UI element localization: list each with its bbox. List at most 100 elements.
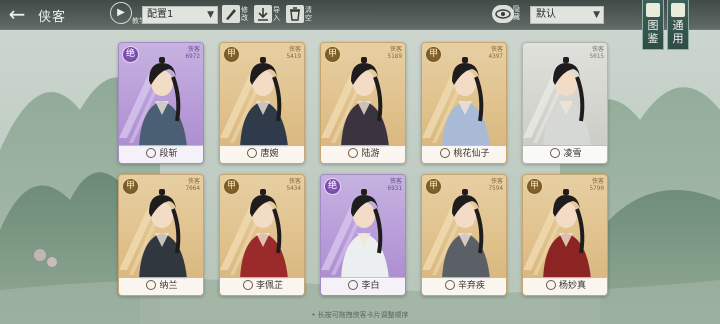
hero-nameplate: 杨妙真 [523, 277, 607, 295]
import-button[interactable]: 导入 [254, 5, 284, 25]
hero-card[interactable]: 甲 侠客 7594 辛弃疾 [421, 174, 507, 296]
hero-card[interactable]: 甲 侠客 4397 桃花仙子 [421, 42, 507, 164]
hero-card[interactable]: 绝 侠客 6931 李白 [320, 174, 406, 296]
tutorial-play-button[interactable]: ▶ [110, 2, 132, 24]
power-value: 侠客 5189 [388, 46, 402, 60]
power-label: 侠客 [490, 46, 503, 53]
power-label: 侠客 [288, 178, 301, 185]
drag-reorder-hint: • 长按可拖拽侠客卡片调整顺序 [311, 311, 409, 319]
power-number: 5189 [387, 53, 402, 60]
power-label: 侠客 [389, 178, 402, 185]
hero-nameplate: 段斩 [119, 145, 203, 163]
hero-nameplate: 李佩芷 [220, 277, 304, 295]
rarity-badge: 甲 [223, 46, 240, 63]
top-bar: ← 侠客 ▶ 教学 配置1 ▼ 修改 导入 清空 隐藏 默认 ▼ [0, 0, 720, 30]
sect-icon [247, 148, 258, 158]
power-label: 侠客 [389, 46, 402, 53]
hero-card[interactable]: 甲 侠客 5790 杨妙真 [522, 174, 608, 296]
hero-card[interactable]: 绝 侠客 6972 段斩 [118, 42, 204, 164]
tab-codex[interactable]: 图鉴 [642, 0, 664, 50]
hero-name: 杨妙真 [558, 281, 586, 291]
sect-icon [146, 148, 157, 158]
hero-nameplate: 桃花仙子 [422, 145, 506, 163]
hero-name: 李佩芷 [255, 281, 283, 291]
rarity-badge: 甲 [122, 178, 139, 195]
rarity-badge: 甲 [223, 178, 240, 195]
power-label: 侠客 [591, 46, 604, 53]
book-icon [646, 3, 660, 17]
power-label: 侠客 [490, 178, 503, 185]
sect-icon [545, 280, 556, 290]
trash-icon [286, 5, 304, 23]
edit-button[interactable]: 修改 [222, 5, 252, 25]
power-number: 6931 [387, 185, 402, 192]
power-number: 7594 [488, 185, 503, 192]
visibility-toggle-button[interactable] [492, 5, 514, 23]
download-icon [254, 5, 272, 23]
hero-name: 纳兰 [159, 281, 178, 291]
power-value: 侠客 6931 [388, 178, 402, 192]
power-value: 侠客 5790 [590, 178, 604, 192]
edit-button-label: 修改 [241, 6, 248, 22]
hero-nameplate: 纳兰 [119, 277, 203, 295]
clear-button[interactable]: 清空 [286, 5, 316, 25]
sect-icon [440, 148, 451, 158]
eye-icon [495, 9, 511, 19]
hero-name: 陆游 [361, 149, 380, 159]
import-button-label: 导入 [273, 6, 280, 22]
hero-name: 李白 [361, 281, 380, 291]
power-number: 5419 [286, 53, 301, 60]
brush-icon [222, 5, 240, 23]
chevron-down-icon: ▼ [207, 10, 214, 20]
sect-icon [242, 280, 253, 290]
power-label: 侠客 [288, 46, 301, 53]
rarity-badge: 甲 [425, 46, 442, 63]
rarity-badge: 甲 [324, 46, 341, 63]
power-number: 5015 [589, 53, 604, 60]
power-number: 7064 [185, 185, 200, 192]
hero-card[interactable]: 甲 侠客 5419 唐婉 [219, 42, 305, 164]
sort-select[interactable]: 默认 ▼ [530, 6, 604, 24]
power-number: 5790 [589, 185, 604, 192]
clear-button-label: 清空 [305, 6, 312, 22]
hero-name: 段斩 [159, 149, 178, 159]
hero-nameplate: 陆游 [321, 145, 405, 163]
power-value: 侠客 5419 [287, 46, 301, 60]
power-label: 侠客 [187, 46, 200, 53]
back-arrow-icon[interactable]: ← [4, 4, 30, 26]
power-value: 侠客 7064 [186, 178, 200, 192]
power-value: 侠客 6972 [186, 46, 200, 60]
hero-card[interactable]: 甲 侠客 5189 陆游 [320, 42, 406, 164]
power-label: 侠客 [591, 178, 604, 185]
tab-general[interactable]: 通用 [667, 0, 689, 50]
chevron-down-icon: ▼ [593, 10, 600, 20]
sect-icon [348, 280, 359, 290]
hero-card[interactable]: 侠客 5015 凌雪 [522, 42, 608, 164]
hero-nameplate: 辛弃疾 [422, 277, 506, 295]
power-value: 侠客 5015 [590, 46, 604, 60]
page-title: 侠客 [38, 10, 67, 25]
rarity-badge: 绝 [122, 46, 139, 63]
power-value: 侠客 7594 [489, 178, 503, 192]
visibility-toggle-label: 隐藏 [513, 5, 520, 21]
config-select[interactable]: 配置1 ▼ [142, 6, 218, 24]
hero-card[interactable]: 甲 侠客 5434 李佩芷 [219, 174, 305, 296]
rarity-badge: 甲 [425, 178, 442, 195]
sort-select-value: 默认 [536, 9, 556, 20]
rarity-badge: 甲 [526, 178, 543, 195]
hero-name: 唐婉 [260, 149, 279, 159]
tab-general-label: 通用 [672, 19, 684, 45]
hero-name: 辛弃疾 [457, 281, 485, 291]
sect-icon [146, 280, 157, 290]
hero-nameplate: 李白 [321, 277, 405, 295]
sect-icon [348, 148, 359, 158]
power-value: 侠客 5434 [287, 178, 301, 192]
hero-nameplate: 凌雪 [523, 145, 607, 163]
power-number: 6972 [185, 53, 200, 60]
sect-icon [550, 148, 561, 158]
hero-name: 桃花仙子 [453, 149, 490, 159]
hero-card[interactable]: 甲 侠客 7064 纳兰 [118, 174, 204, 296]
rarity-badge: 绝 [324, 178, 341, 195]
power-label: 侠客 [187, 178, 200, 185]
config-select-value: 配置1 [147, 9, 174, 20]
